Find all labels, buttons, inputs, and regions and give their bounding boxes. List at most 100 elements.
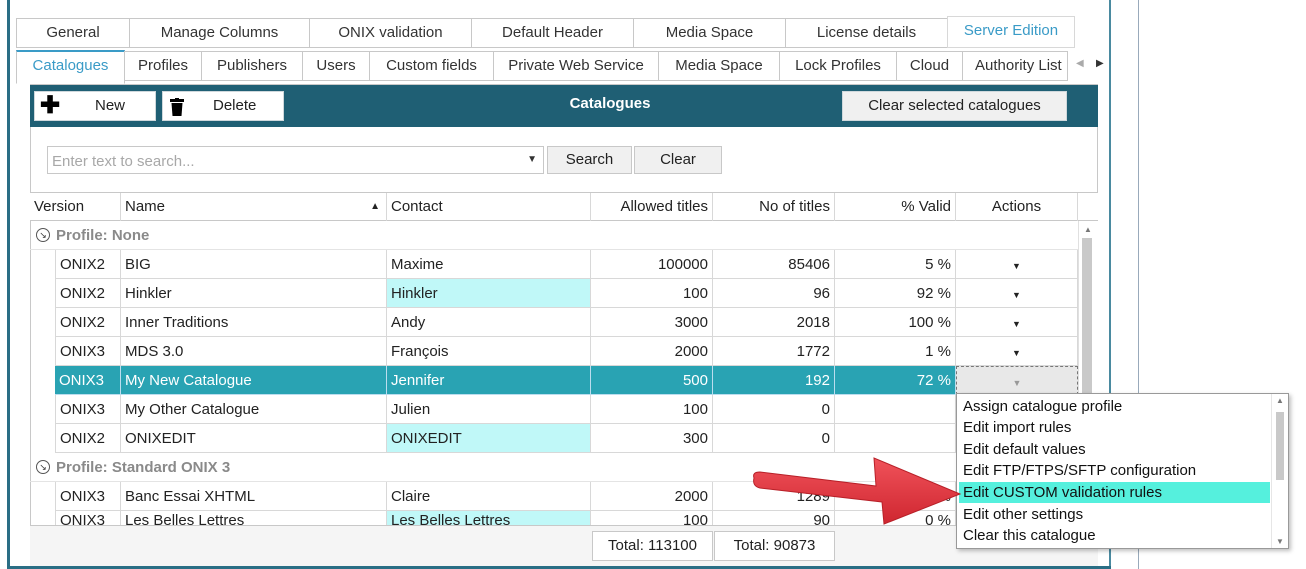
cell-version: ONIX3 — [55, 511, 121, 525]
cell-percent-valid — [835, 395, 956, 424]
tab-profiles[interactable]: Profiles — [124, 51, 202, 81]
sort-up-icon: ▲ — [370, 201, 380, 212]
collapse-group-icon[interactable]: ↘ — [36, 228, 50, 243]
col-name-label: Name — [125, 198, 166, 215]
cell-allowed-titles: 300 — [591, 424, 713, 453]
cell-version: ONIX3 — [55, 395, 121, 424]
table-row[interactable]: ONIX2 BIG Maxime 100000 85406 5 % ▼ — [55, 250, 1078, 279]
table-row[interactable]: ONIX3 MDS 3.0 François 2000 1772 1 % ▼ — [55, 337, 1078, 366]
menu-item-edit-import-rules[interactable]: Edit import rules — [959, 417, 1270, 438]
tab-media-space-2[interactable]: Media Space — [658, 51, 780, 81]
tab-publishers[interactable]: Publishers — [201, 51, 303, 81]
clear-button[interactable]: Clear — [634, 146, 722, 174]
search-input[interactable] — [52, 151, 512, 171]
cell-contact: Maxime — [387, 250, 591, 279]
scroll-up-icon[interactable]: ▲ — [1084, 225, 1092, 234]
table-row[interactable]: ONIX2 Hinkler Hinkler 100 96 92 % ▼ — [55, 279, 1078, 308]
menu-scroll-up-icon[interactable]: ▲ — [1276, 396, 1284, 405]
cell-contact: Hinkler — [387, 279, 591, 308]
col-no-of-titles[interactable]: No of titles — [713, 193, 835, 221]
chevron-down-icon[interactable]: ▼ — [527, 154, 537, 165]
tab-server-edition[interactable]: Server Edition — [947, 16, 1075, 48]
cell-no-of-titles: 1772 — [713, 337, 835, 366]
cell-allowed-titles: 500 — [591, 366, 713, 395]
cell-name: My Other Catalogue — [121, 395, 387, 424]
cell-no-of-titles: 192 — [713, 366, 835, 395]
tab-custom-fields[interactable]: Custom fields — [369, 51, 494, 81]
tab-private-web-service[interactable]: Private Web Service — [493, 51, 659, 81]
menu-item-clear-this-catalogue[interactable]: Clear this catalogue — [959, 525, 1270, 546]
actions-dropdown[interactable]: ▼ — [956, 250, 1078, 279]
cell-name: ONIXEDIT — [121, 424, 387, 453]
col-name[interactable]: Name ▲ — [121, 193, 387, 221]
col-percent-valid[interactable]: % Valid — [835, 193, 956, 221]
new-button[interactable]: ✚ New — [34, 91, 156, 121]
cell-no-of-titles: 96 — [713, 279, 835, 308]
cell-name: Hinkler — [121, 279, 387, 308]
menu-item-edit-custom-validation-rules[interactable]: Edit CUSTOM validation rules — [959, 482, 1270, 503]
cell-name: Les Belles Lettres — [121, 511, 387, 525]
col-actions[interactable]: Actions — [956, 193, 1078, 221]
cell-percent-valid: 100 % — [835, 308, 956, 337]
cell-version: ONIX3 — [55, 337, 121, 366]
menu-scroll-thumb[interactable] — [1276, 412, 1284, 480]
red-arrow-icon — [753, 457, 962, 525]
cell-name: Inner Traditions — [121, 308, 387, 337]
group-header-profile-none[interactable]: ↘ Profile: None — [30, 221, 1078, 250]
grid-header: Version Name ▲ Contact Allowed titles No … — [30, 192, 1098, 221]
cell-no-of-titles: 85406 — [713, 250, 835, 279]
clear-selected-catalogues-button[interactable]: Clear selected catalogues — [842, 91, 1067, 121]
tab-users[interactable]: Users — [302, 51, 370, 81]
tab-manage-columns[interactable]: Manage Columns — [129, 18, 310, 48]
table-row-selected[interactable]: ONIX3 My New Catalogue Jennifer 500 192 … — [55, 366, 1078, 395]
tab-scroll-left-icon[interactable]: ◀ — [1076, 58, 1084, 69]
search-combobox[interactable]: ▼ — [47, 146, 544, 174]
total-no-of-titles: Total: 90873 — [714, 531, 835, 561]
collapse-group-icon[interactable]: ↘ — [36, 460, 50, 475]
delete-button[interactable]: Delete — [162, 91, 284, 121]
cell-name: BIG — [121, 250, 387, 279]
actions-dropdown[interactable]: ▼ — [956, 279, 1078, 308]
cell-version: ONIX2 — [55, 279, 121, 308]
tab-authority-list[interactable]: Authority List — [962, 51, 1068, 81]
tab-onix-validation[interactable]: ONIX validation — [309, 18, 472, 48]
actions-dropdown[interactable]: ▼ — [956, 337, 1078, 366]
col-allowed-titles[interactable]: Allowed titles — [591, 193, 713, 221]
menu-scrollbar[interactable]: ▲ ▼ — [1271, 394, 1288, 548]
menu-scroll-down-icon[interactable]: ▼ — [1276, 537, 1284, 546]
cell-name: My New Catalogue — [121, 366, 387, 395]
cell-name: MDS 3.0 — [121, 337, 387, 366]
tab-scroll-right-icon[interactable]: ▶ — [1096, 58, 1104, 69]
cell-version: ONIX2 — [55, 424, 121, 453]
tab-lock-profiles[interactable]: Lock Profiles — [779, 51, 897, 81]
cell-no-of-titles: 2018 — [713, 308, 835, 337]
chevron-down-icon: ▼ — [1012, 319, 1021, 329]
actions-dropdown-open[interactable]: ▼ — [956, 366, 1078, 395]
search-button[interactable]: Search — [547, 146, 632, 174]
cell-version: ONIX2 — [55, 250, 121, 279]
chevron-down-icon: ▼ — [1012, 348, 1021, 358]
menu-item-assign-catalogue-profile[interactable]: Assign catalogue profile — [959, 396, 1270, 417]
tab-default-header[interactable]: Default Header — [471, 18, 634, 48]
col-version[interactable]: Version — [30, 193, 121, 221]
cell-allowed-titles: 3000 — [591, 308, 713, 337]
menu-item-edit-ftp-configuration[interactable]: Edit FTP/FTPS/SFTP configuration — [959, 460, 1270, 481]
actions-dropdown[interactable]: ▼ — [956, 308, 1078, 337]
table-row[interactable]: ONIX3 My Other Catalogue Julien 100 0 — [55, 395, 1078, 424]
tab-general[interactable]: General — [16, 18, 130, 48]
tab-catalogues[interactable]: Catalogues — [16, 50, 125, 84]
tab-media-space[interactable]: Media Space — [633, 18, 786, 48]
cell-allowed-titles: 100 — [591, 279, 713, 308]
group-label: Profile: None — [56, 227, 150, 244]
total-allowed-titles: Total: 113100 — [592, 531, 713, 561]
cell-version: ONIX3 — [55, 366, 121, 395]
menu-item-edit-other-settings[interactable]: Edit other settings — [959, 504, 1270, 525]
table-row[interactable]: ONIX2 ONIXEDIT ONIXEDIT 300 0 — [55, 424, 1078, 453]
col-contact[interactable]: Contact — [387, 193, 591, 221]
menu-item-edit-default-values[interactable]: Edit default values — [959, 439, 1270, 460]
chevron-down-icon: ▼ — [1012, 378, 1022, 388]
tab-license-details[interactable]: License details — [785, 18, 948, 48]
tab-cloud[interactable]: Cloud — [896, 51, 963, 81]
table-row[interactable]: ONIX2 Inner Traditions Andy 3000 2018 10… — [55, 308, 1078, 337]
grid-footer: Total: 113100 Total: 90873 — [30, 525, 1098, 566]
